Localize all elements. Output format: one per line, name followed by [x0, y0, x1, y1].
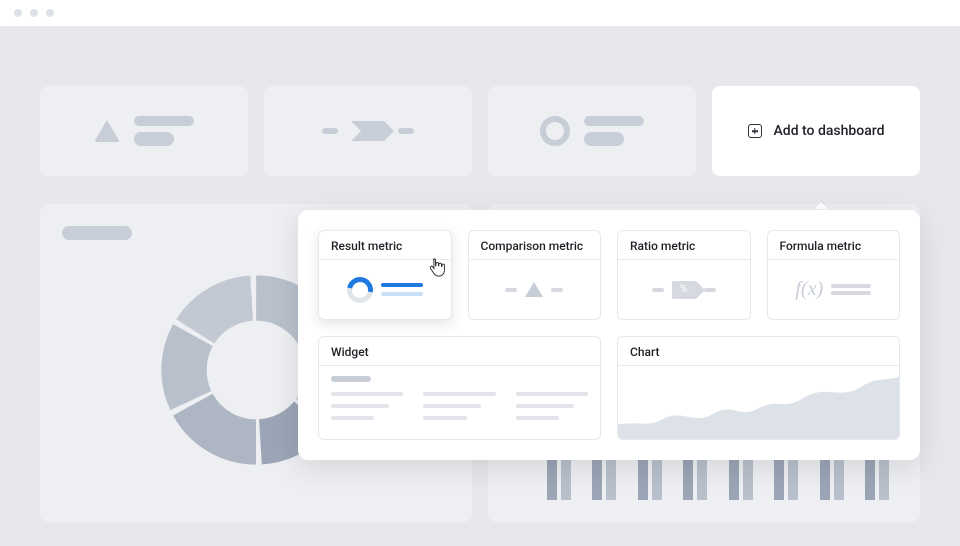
- add-to-dashboard-popover: Result metric Comparison metric Ratio me…: [298, 210, 920, 460]
- triangle-icon: [525, 282, 543, 297]
- metric-option-label: Formula metric: [768, 231, 900, 260]
- window-dot-icon: [14, 9, 22, 17]
- window-dot-icon: [46, 9, 54, 17]
- arrow-icon: [352, 121, 384, 141]
- stat-card-comparison[interactable]: [264, 86, 472, 176]
- stat-card-result[interactable]: [40, 86, 248, 176]
- placeholder-dash: [322, 128, 338, 134]
- stat-card-row: Add to dashboard: [40, 86, 920, 176]
- panel-title-placeholder: [62, 226, 132, 240]
- ring-icon: [540, 116, 570, 146]
- area-chart-preview: [618, 366, 899, 440]
- fx-icon: f(x): [795, 278, 823, 301]
- metric-option-result[interactable]: Result metric: [318, 230, 452, 320]
- placeholder-lines: [381, 283, 423, 296]
- metric-option-label: Result metric: [319, 231, 451, 260]
- placeholder-dash: [652, 288, 664, 292]
- placeholder-line: [134, 116, 194, 126]
- widget-preview: [319, 366, 600, 439]
- add-to-dashboard-label: Add to dashboard: [774, 123, 885, 139]
- stat-card-ratio[interactable]: [488, 86, 696, 176]
- widget-option-label: Chart: [618, 337, 899, 366]
- placeholder-dash: [704, 288, 716, 292]
- metric-option-label: Comparison metric: [469, 231, 601, 260]
- metric-option-ratio[interactable]: Ratio metric %: [617, 230, 751, 320]
- window-dot-icon: [30, 9, 38, 17]
- widget-option-widget[interactable]: Widget: [318, 336, 601, 440]
- widget-option-label: Widget: [319, 337, 600, 366]
- popover-arrow-icon: [814, 202, 828, 209]
- metric-option-comparison[interactable]: Comparison metric: [468, 230, 602, 320]
- add-to-dashboard-button[interactable]: Add to dashboard: [712, 86, 920, 176]
- plus-square-icon: [748, 124, 762, 138]
- placeholder-dash: [505, 288, 517, 292]
- percent-tag-icon: %: [672, 281, 696, 299]
- ring-progress-icon: [342, 271, 378, 307]
- placeholder-pill: [134, 132, 174, 146]
- area-chart-icon: [618, 366, 899, 440]
- widget-option-chart[interactable]: Chart: [617, 336, 900, 440]
- placeholder-lines: [831, 281, 871, 298]
- placeholder-dash: [551, 288, 563, 292]
- placeholder-pill: [584, 132, 624, 146]
- metric-option-formula[interactable]: Formula metric f(x): [767, 230, 901, 320]
- window-chrome: [0, 0, 960, 26]
- metric-option-label: Ratio metric: [618, 231, 750, 260]
- placeholder-line: [584, 116, 644, 126]
- app-viewport: Add to dashboard Result metric: [0, 26, 960, 546]
- triangle-icon: [94, 120, 120, 142]
- placeholder-dash: [398, 128, 414, 134]
